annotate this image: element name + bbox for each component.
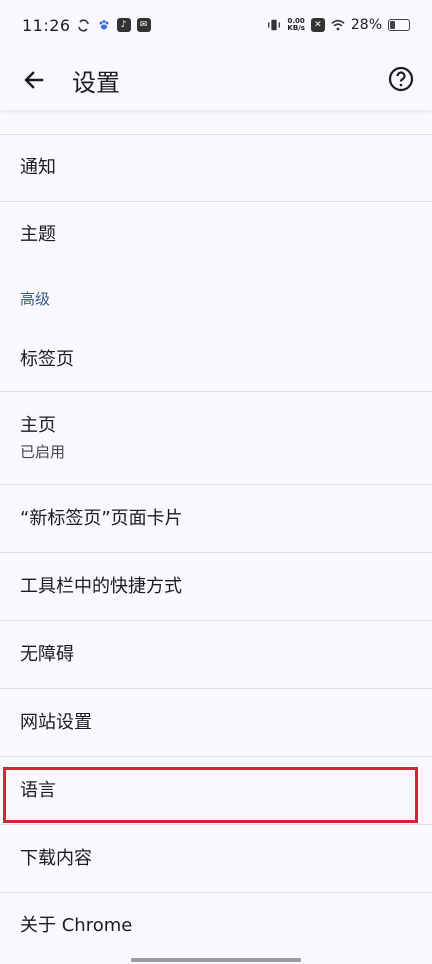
settings-item-languages[interactable]: 语言	[0, 757, 432, 824]
no-sim-icon: ✕	[310, 18, 325, 32]
item-label: 主题	[20, 224, 56, 245]
item-label: 通知	[20, 157, 56, 178]
vibrate-icon	[267, 18, 281, 32]
settings-item-accessibility[interactable]: 无障碍	[0, 621, 432, 688]
item-label: 网站设置	[20, 711, 92, 733]
item-label: “新标签页”页面卡片	[20, 507, 183, 529]
net-speed: 0.00 KB/s	[287, 18, 304, 32]
settings-item-site-settings[interactable]: 网站设置	[0, 689, 432, 756]
battery-percent: 28%	[350, 17, 382, 33]
status-time: 11:26	[22, 15, 71, 35]
settings-item-ntp-cards[interactable]: “新标签页”页面卡片	[0, 485, 432, 552]
sync-icon	[77, 18, 91, 32]
arrow-back-icon	[24, 71, 44, 89]
item-label: 标签页	[20, 348, 74, 370]
status-right: 0.00 KB/s ✕ 28%	[267, 17, 410, 33]
status-bar: 11:26 ♪ ✉ 0.00 KB/s ✕ 28%	[0, 0, 432, 50]
settings-item-homepage[interactable]: 主页 已启用	[0, 392, 432, 484]
baidu-paw-icon	[97, 18, 111, 32]
settings-list: 通知 主题 高级 标签页 主页 已启用 “新标签页”页面卡片 工具栏中的快捷方式…	[0, 134, 432, 959]
settings-item-tabs[interactable]: 标签页	[0, 328, 432, 391]
page-title: 设置	[72, 68, 120, 97]
mail-app-icon: ✉	[136, 18, 151, 32]
back-button[interactable]	[14, 60, 54, 100]
battery-icon	[388, 19, 410, 31]
net-speed-unit: KB/s	[287, 24, 305, 32]
tiktok-icon: ♪	[116, 18, 131, 32]
section-header-advanced: 高级	[20, 289, 51, 308]
item-label: 关于 Chrome	[20, 915, 133, 936]
item-label: 主页	[20, 415, 56, 436]
settings-item-notifications[interactable]: 通知	[0, 135, 432, 201]
item-label: 下载内容	[20, 847, 92, 869]
item-label: 工具栏中的快捷方式	[20, 575, 182, 597]
status-left: 11:26 ♪ ✉	[22, 16, 151, 35]
settings-item-theme[interactable]: 主题	[0, 202, 432, 268]
help-button[interactable]	[386, 64, 416, 94]
home-indicator[interactable]	[131, 958, 301, 962]
settings-item-toolbar-shortcut[interactable]: 工具栏中的快捷方式	[0, 553, 432, 620]
wifi-icon	[331, 18, 345, 32]
item-label: 无障碍	[20, 643, 74, 665]
item-label: 语言	[20, 779, 56, 801]
settings-item-downloads[interactable]: 下载内容	[0, 825, 432, 892]
app-bar: 设置	[0, 50, 432, 110]
item-summary: 已启用	[20, 443, 66, 461]
help-circle-icon	[388, 66, 414, 92]
settings-item-about-chrome[interactable]: 关于 Chrome	[0, 893, 432, 959]
